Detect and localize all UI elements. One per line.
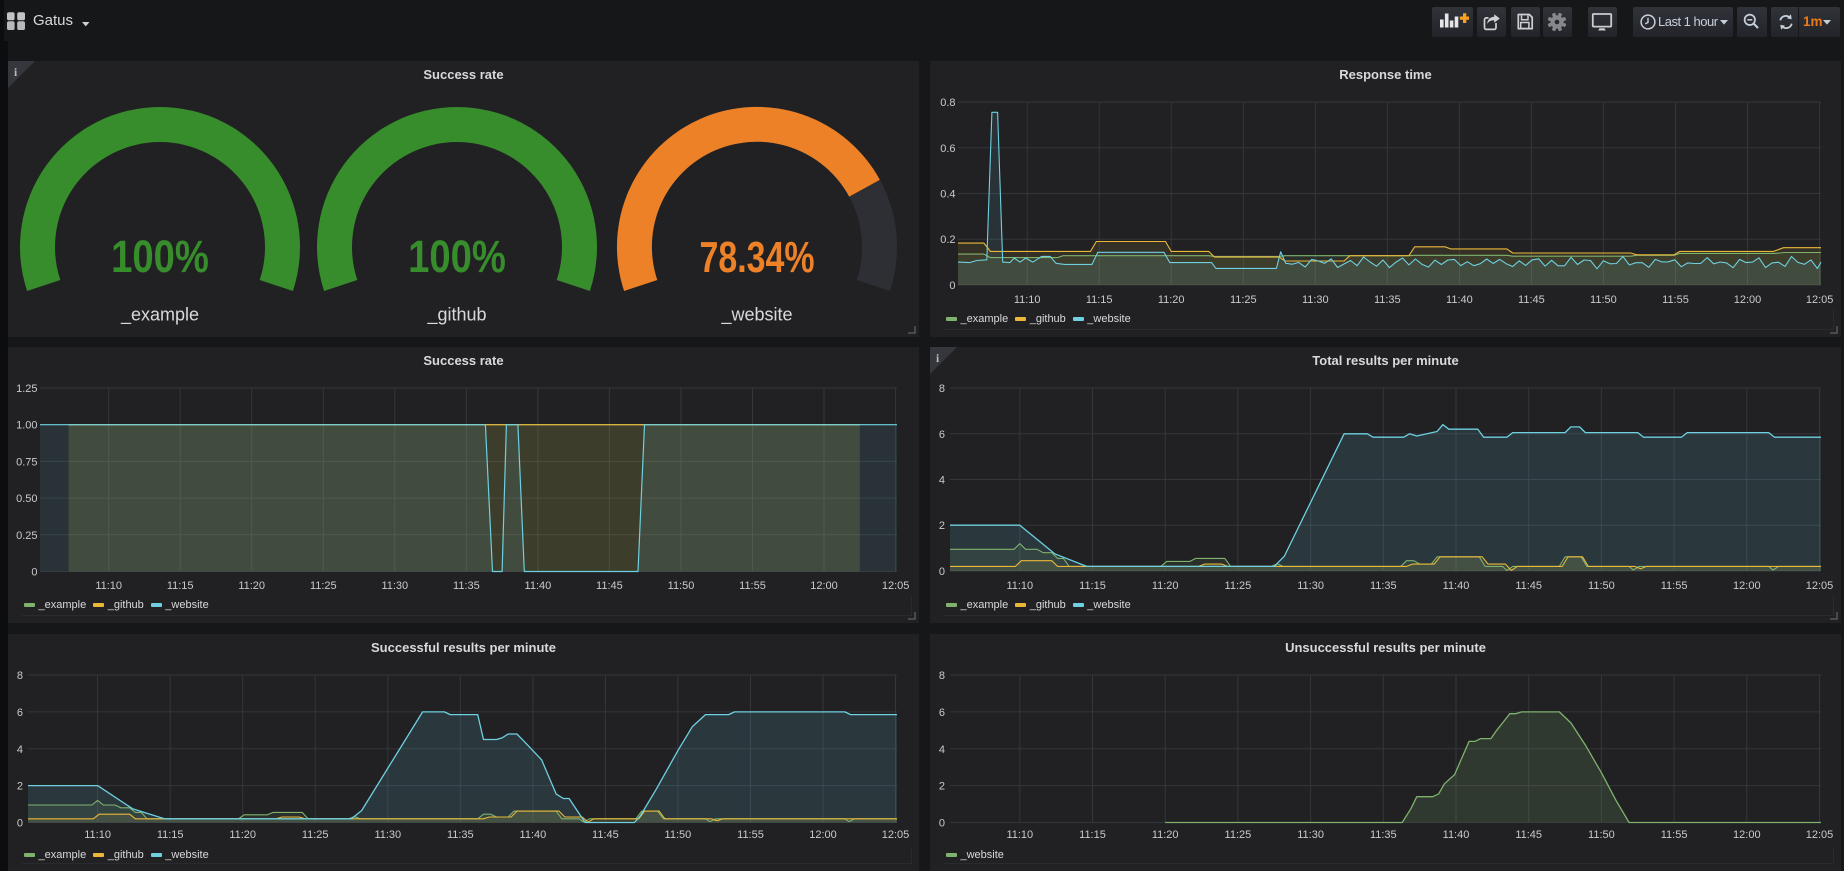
svg-text:11:55: 11:55 <box>1661 829 1688 841</box>
svg-text:11:20: 11:20 <box>1152 580 1179 592</box>
svg-text:12:00: 12:00 <box>809 829 837 841</box>
svg-text:11:10: 11:10 <box>1006 580 1033 592</box>
svg-text:11:45: 11:45 <box>592 829 619 841</box>
svg-text:12:05: 12:05 <box>882 829 910 841</box>
svg-text:11:35: 11:35 <box>453 580 480 592</box>
svg-text:11:45: 11:45 <box>1518 294 1545 306</box>
svg-text:2: 2 <box>17 781 23 793</box>
svg-text:12:00: 12:00 <box>1734 294 1762 306</box>
svg-text:11:50: 11:50 <box>1590 294 1617 306</box>
svg-text:2: 2 <box>939 781 945 793</box>
svg-text:8: 8 <box>17 670 23 682</box>
svg-text:11:50: 11:50 <box>1588 580 1615 592</box>
svg-text:4: 4 <box>17 744 23 756</box>
svg-text:78.34%: 78.34% <box>699 234 814 282</box>
svg-text:0.75: 0.75 <box>16 456 37 468</box>
svg-text:0: 0 <box>939 566 945 578</box>
svg-text:11:45: 11:45 <box>1515 829 1542 841</box>
svg-text:1.25: 1.25 <box>16 383 37 395</box>
svg-text:11:55: 11:55 <box>739 580 766 592</box>
svg-text:12:00: 12:00 <box>1733 829 1761 841</box>
svg-text:12:05: 12:05 <box>1806 294 1834 306</box>
svg-text:12:00: 12:00 <box>810 580 838 592</box>
svg-text:11:10: 11:10 <box>95 580 122 592</box>
svg-text:11:35: 11:35 <box>1370 829 1397 841</box>
svg-text:11:15: 11:15 <box>1079 580 1106 592</box>
svg-text:11:30: 11:30 <box>1302 294 1329 306</box>
svg-text:0: 0 <box>949 280 955 292</box>
svg-text:11:15: 11:15 <box>167 580 194 592</box>
svg-text:6: 6 <box>17 707 23 719</box>
svg-text:11:45: 11:45 <box>596 580 623 592</box>
svg-text:11:20: 11:20 <box>238 580 265 592</box>
svg-text:_example: _example <box>120 305 199 326</box>
svg-text:11:40: 11:40 <box>1446 294 1473 306</box>
svg-text:11:50: 11:50 <box>1588 829 1615 841</box>
svg-text:11:35: 11:35 <box>1374 294 1401 306</box>
svg-text:0: 0 <box>31 567 37 579</box>
svg-text:11:35: 11:35 <box>447 829 474 841</box>
svg-text:11:30: 11:30 <box>1297 580 1324 592</box>
svg-text:11:55: 11:55 <box>1661 580 1688 592</box>
svg-text:2: 2 <box>939 520 945 532</box>
svg-text:11:40: 11:40 <box>520 829 547 841</box>
svg-text:11:40: 11:40 <box>525 580 552 592</box>
svg-text:4: 4 <box>939 475 945 487</box>
svg-text:8: 8 <box>939 670 945 682</box>
svg-text:12:00: 12:00 <box>1733 580 1761 592</box>
svg-text:11:15: 11:15 <box>1086 294 1113 306</box>
svg-text:11:15: 11:15 <box>157 829 184 841</box>
svg-text:12:05: 12:05 <box>1806 829 1834 841</box>
svg-text:11:10: 11:10 <box>1006 829 1033 841</box>
svg-text:_github: _github <box>426 305 486 326</box>
svg-text:11:25: 11:25 <box>302 829 329 841</box>
svg-text:11:20: 11:20 <box>229 829 256 841</box>
svg-text:100%: 100% <box>111 231 209 282</box>
svg-text:11:25: 11:25 <box>1225 829 1252 841</box>
svg-text:0.50: 0.50 <box>16 493 37 505</box>
svg-text:0.8: 0.8 <box>940 97 955 109</box>
svg-text:1.00: 1.00 <box>16 420 37 432</box>
svg-text:_website: _website <box>720 305 792 326</box>
svg-text:11:15: 11:15 <box>1079 829 1106 841</box>
svg-text:0.4: 0.4 <box>940 189 955 201</box>
svg-text:11:40: 11:40 <box>1443 829 1470 841</box>
svg-text:11:20: 11:20 <box>1152 829 1179 841</box>
svg-text:11:20: 11:20 <box>1158 294 1185 306</box>
svg-text:6: 6 <box>939 429 945 441</box>
svg-text:11:45: 11:45 <box>1515 580 1542 592</box>
svg-text:11:50: 11:50 <box>668 580 695 592</box>
svg-text:8: 8 <box>939 383 945 395</box>
svg-text:11:25: 11:25 <box>310 580 337 592</box>
svg-text:0.2: 0.2 <box>940 234 955 246</box>
svg-text:11:10: 11:10 <box>1014 294 1041 306</box>
svg-text:11:30: 11:30 <box>1297 829 1324 841</box>
svg-text:11:50: 11:50 <box>665 829 692 841</box>
svg-text:0: 0 <box>17 818 23 830</box>
svg-text:0: 0 <box>939 818 945 830</box>
svg-text:0.25: 0.25 <box>16 530 37 542</box>
svg-text:11:10: 11:10 <box>84 829 111 841</box>
svg-text:11:55: 11:55 <box>737 829 764 841</box>
svg-text:12:05: 12:05 <box>1806 580 1834 592</box>
svg-text:11:30: 11:30 <box>374 829 401 841</box>
svg-text:11:25: 11:25 <box>1230 294 1257 306</box>
svg-text:0.6: 0.6 <box>940 143 955 155</box>
svg-text:11:30: 11:30 <box>381 580 408 592</box>
svg-text:11:40: 11:40 <box>1443 580 1470 592</box>
svg-text:6: 6 <box>939 707 945 719</box>
svg-text:12:05: 12:05 <box>882 580 910 592</box>
svg-text:100%: 100% <box>408 231 506 282</box>
svg-text:11:25: 11:25 <box>1225 580 1252 592</box>
svg-text:11:35: 11:35 <box>1370 580 1397 592</box>
svg-text:4: 4 <box>939 744 945 756</box>
svg-text:11:55: 11:55 <box>1662 294 1689 306</box>
